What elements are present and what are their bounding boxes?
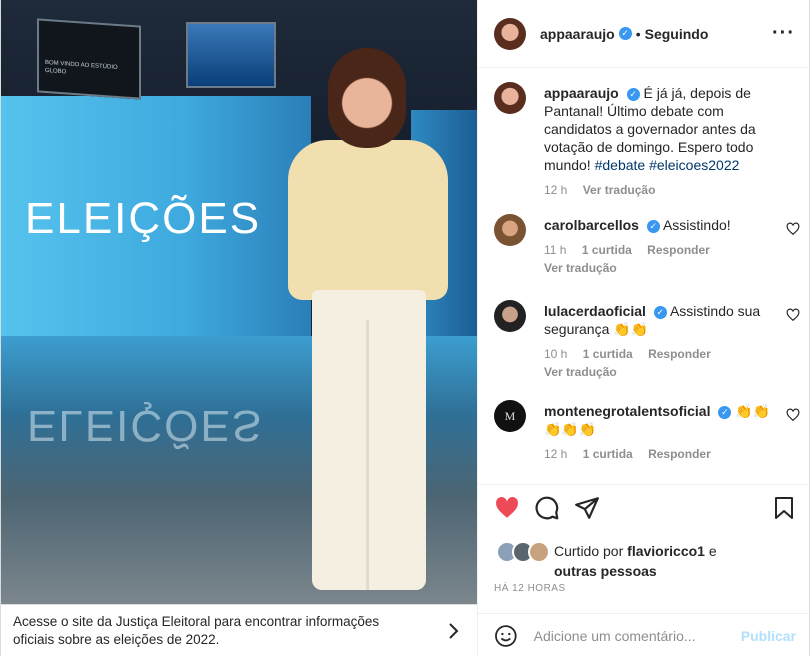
post-sidebar: appaaraujo ✓ • Seguindo ··· appaaraujo ✓…: [477, 0, 810, 656]
reply-button[interactable]: Responder: [647, 243, 710, 257]
liked-heart-icon[interactable]: [494, 495, 520, 521]
publish-button[interactable]: Publicar: [741, 628, 796, 644]
see-translation-link[interactable]: Ver tradução: [583, 183, 656, 197]
action-icons: [494, 495, 600, 521]
election-info-text: Acesse o site da Justiça Eleitoral para …: [13, 613, 380, 647]
chevron-right-icon: [449, 623, 459, 639]
studio-monitor-2: [186, 22, 276, 88]
presenter-trousers: [312, 290, 426, 590]
separator-dot: •: [635, 25, 641, 42]
verified-icon: ✓: [646, 219, 660, 233]
commenter-avatar[interactable]: [494, 214, 526, 246]
liked-by-prefix: Curtido por: [554, 543, 624, 559]
likes-summary: Curtido por flavioricco1 e outras pessoa…: [496, 541, 717, 581]
studio-monitor: BOM VINDO AO ESTÚDIO GLOBO: [37, 18, 141, 100]
post-actions: Curtido por flavioricco1 e outras pessoa…: [478, 484, 810, 657]
presenter-head: [328, 48, 406, 148]
author-avatar[interactable]: [494, 17, 526, 50]
monitor-text: BOM VINDO AO ESTÚDIO GLOBO: [45, 59, 118, 76]
likes-text: Curtido por flavioricco1 e outras pessoa…: [554, 541, 717, 581]
comment-likes[interactable]: 1 curtida: [583, 447, 633, 461]
comment-body: lulacerdaoficial ✓ Assistindo sua segura…: [544, 302, 780, 380]
comment-likes[interactable]: 1 curtida: [583, 347, 633, 361]
see-translation-link[interactable]: Ver tradução: [544, 261, 617, 275]
comment-icon[interactable]: [534, 495, 560, 521]
comment-translate-row: Ver tradução: [544, 260, 780, 276]
reply-button[interactable]: Responder: [648, 347, 711, 361]
comment-body: montenegrotalentsoficial ✓ 👏👏 👏👏👏 12 h 1…: [544, 402, 780, 462]
heart-icon[interactable]: [786, 308, 800, 322]
eleicoes-logo: ELEIÇÕES: [25, 194, 262, 243]
comment-text: Assistindo!: [662, 217, 731, 233]
post-timestamp[interactable]: HÁ 12 HORAS: [494, 583, 566, 594]
liked-by-user[interactable]: flavioricco1: [627, 543, 705, 559]
commenter-avatar[interactable]: M: [494, 400, 526, 432]
emoji-icon[interactable]: [494, 624, 518, 648]
caption-time: 12 h: [544, 183, 568, 197]
comment-meta: 10 h 1 curtida Responder: [544, 346, 780, 362]
caption-hashtags[interactable]: #debate #eleicoes2022: [595, 157, 740, 173]
presenter-figure: [276, 40, 461, 600]
comment-body: carolbarcellos ✓ Assistindo! 11 h 1 curt…: [544, 216, 780, 276]
add-comment-bar: Adicione um comentário... Publicar: [478, 613, 810, 658]
comments-list: appaaraujo ✓ É já já, depois de Pantanal…: [478, 68, 810, 484]
liker-avatars: [496, 541, 550, 563]
comment-time: 12 h: [544, 447, 568, 461]
liked-by-suffix: e: [708, 543, 717, 559]
liker-avatar[interactable]: [528, 541, 550, 563]
see-translation-link[interactable]: Ver tradução: [544, 365, 617, 379]
verified-icon: ✓: [718, 405, 732, 419]
comment-translate-row: Ver tradução: [544, 364, 780, 380]
more-options-icon[interactable]: ···: [772, 22, 795, 45]
author-username[interactable]: appaaraujo: [540, 26, 615, 42]
verified-icon: ✓: [618, 27, 632, 40]
verified-icon: ✓: [626, 87, 640, 101]
post-dialog: BOM VINDO AO ESTÚDIO GLOBO ELEIÇÕES ELEI…: [0, 0, 810, 656]
post-header: appaaraujo ✓ • Seguindo ···: [478, 0, 810, 68]
share-icon[interactable]: [574, 495, 600, 521]
following-button[interactable]: Seguindo: [645, 26, 709, 42]
comment-meta: 11 h 1 curtida Responder: [544, 242, 780, 258]
comment-time: 11 h: [544, 243, 567, 257]
election-info-banner[interactable]: Acesse o site da Justiça Eleitoral para …: [1, 604, 477, 656]
liked-by-others[interactable]: outras pessoas: [554, 563, 657, 579]
verified-icon: ✓: [653, 305, 667, 319]
bookmark-icon[interactable]: [772, 495, 796, 521]
author-avatar[interactable]: [494, 82, 526, 114]
comment-username[interactable]: lulacerdaoficial: [544, 303, 646, 319]
comment-username[interactable]: carolbarcellos: [544, 217, 639, 233]
comment-input[interactable]: Adicione um comentário...: [534, 628, 741, 644]
comment-likes[interactable]: 1 curtida: [582, 243, 632, 257]
caption-meta: 12 h Ver tradução: [544, 182, 780, 198]
eleicoes-logo-reflection: ELEIÇÕES: [27, 401, 264, 450]
heart-icon[interactable]: [786, 408, 800, 422]
post-image[interactable]: BOM VINDO AO ESTÚDIO GLOBO ELEIÇÕES ELEI…: [1, 0, 477, 604]
presenter-blouse: [288, 140, 448, 300]
heart-icon[interactable]: [786, 222, 800, 236]
caption-body: appaaraujo ✓ É já já, depois de Pantanal…: [544, 84, 780, 198]
comment-username[interactable]: montenegrotalentsoficial: [544, 403, 710, 419]
commenter-avatar[interactable]: [494, 300, 526, 332]
comment-time: 10 h: [544, 347, 568, 361]
reply-button[interactable]: Responder: [648, 447, 711, 461]
comment-meta: 12 h 1 curtida Responder: [544, 446, 780, 462]
caption-username[interactable]: appaaraujo: [544, 85, 619, 101]
